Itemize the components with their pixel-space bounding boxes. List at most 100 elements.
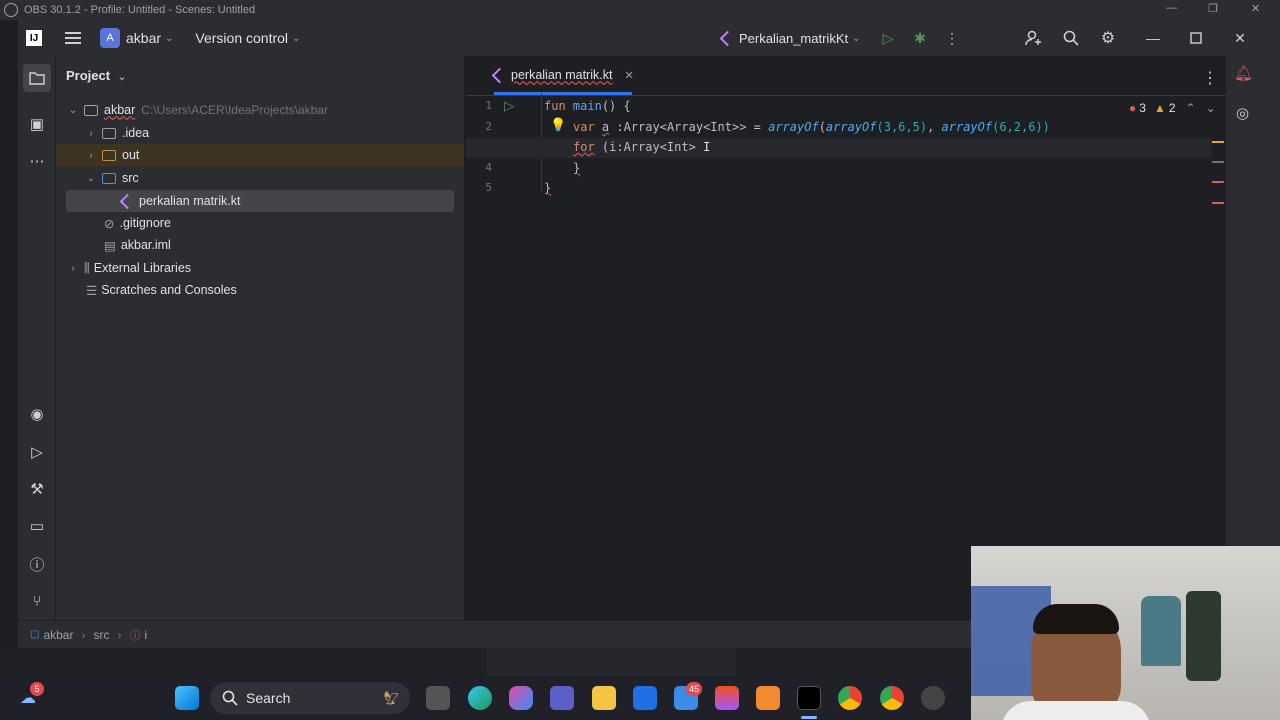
tab-label: perkalian matrik.kt — [511, 68, 613, 82]
breadcrumb-symbol[interactable]: i — [144, 628, 147, 642]
error-count: 3 — [1139, 101, 1146, 115]
run-config-selector[interactable]: Perkalian_matrikKt ⌄ — [719, 30, 861, 46]
line-number: 5 — [485, 181, 492, 194]
tree-item-src[interactable]: ⌄ src — [84, 167, 139, 189]
notification-badge: 5 — [30, 682, 44, 696]
search-placeholder: Search — [246, 690, 291, 706]
prev-highlight-icon[interactable]: ⌃ — [1186, 101, 1196, 115]
project-tool-icon[interactable] — [23, 64, 51, 92]
run-tool-icon[interactable]: ▷ — [26, 441, 48, 463]
tree-item-kotlin-file[interactable]: perkalian matrik.kt — [66, 190, 454, 212]
breadcrumb-separator-icon: › — [81, 627, 86, 642]
error-stripe-mark[interactable] — [1212, 202, 1224, 204]
services-icon[interactable]: ◉ — [26, 403, 48, 425]
file-explorer-icon[interactable] — [592, 686, 616, 710]
code-line-5: } — [544, 181, 551, 195]
code-editor[interactable]: perkalian matrik.kt ✕ ⋮ ● 3 ▲ 2 ⌃ ⌄ 1 2 … — [466, 56, 1226, 620]
tab-more-icon[interactable]: ⋮ — [1202, 68, 1218, 88]
run-gutter-icon[interactable]: ▷ — [504, 98, 514, 114]
minimize-icon[interactable]: — — [1142, 27, 1164, 49]
copilot-icon[interactable] — [509, 686, 533, 710]
ai-assistant-icon[interactable]: ◎ — [1236, 104, 1249, 122]
tab-close-icon[interactable]: ✕ — [624, 69, 633, 82]
obs-close-icon[interactable]: ✕ — [1251, 2, 1260, 15]
expand-arrow-icon[interactable]: › — [84, 128, 98, 139]
editor-tabs: perkalian matrik.kt ✕ ⋮ — [466, 56, 1226, 96]
debug-icon[interactable]: ✱ — [909, 27, 931, 49]
intention-bulb-icon[interactable]: 💡 — [550, 117, 566, 133]
breadcrumb-project[interactable]: akbar — [43, 628, 73, 642]
intellij-logo-icon: IJ — [26, 30, 42, 46]
expand-arrow-icon[interactable]: › — [66, 263, 80, 274]
inspection-widget[interactable]: ● 3 ▲ 2 ⌃ ⌄ — [1129, 101, 1216, 115]
tree-item-label: External Libraries — [93, 261, 192, 275]
intellij-taskbar-icon[interactable] — [797, 686, 821, 710]
function-name: main — [572, 99, 602, 113]
obs-minimize-icon[interactable]: — — [1166, 2, 1177, 14]
git-branch-icon[interactable]: ⑂ — [26, 590, 48, 612]
tree-item-out[interactable]: › out — [56, 144, 464, 166]
tree-item-label: Scratches and Consoles — [101, 283, 237, 297]
version-control-menu[interactable]: Version control ⌄ — [195, 30, 300, 46]
ignore-file-icon: ⊘ — [104, 216, 115, 231]
code-text: } — [573, 161, 581, 175]
line-number: 1 — [485, 99, 492, 112]
warning-count: 2 — [1168, 101, 1176, 115]
code-line-3: for (i:Array<Int> I — [573, 140, 710, 154]
tree-item-external-libraries[interactable]: › ⫼ External Libraries — [66, 257, 191, 279]
figma-icon[interactable] — [715, 686, 739, 710]
function-call: arrayOf — [941, 120, 993, 134]
tree-root[interactable]: ⌄ akbar C:\Users\ACER\IdeaProjects\akbar — [66, 99, 328, 121]
warning-stripe-mark[interactable] — [1212, 141, 1224, 143]
expand-arrow-icon[interactable]: ⌄ — [84, 173, 98, 184]
tree-item-iml[interactable]: ▤ akbar.iml — [104, 234, 171, 256]
terminal-icon[interactable]: ▭ — [26, 515, 48, 537]
next-highlight-icon[interactable]: ⌄ — [1206, 101, 1216, 115]
code-line-1: fun main() { — [544, 99, 631, 113]
main-menu-icon[interactable] — [62, 27, 84, 49]
structure-tool-icon[interactable]: ▣ — [26, 113, 48, 135]
expand-arrow-icon[interactable]: › — [84, 150, 98, 161]
tree-item-idea[interactable]: › .idea — [84, 122, 149, 144]
tree-item-label: .idea — [122, 126, 150, 140]
notifications-bell-icon[interactable]: 🔔︎ — [1234, 64, 1256, 86]
edge-browser-icon[interactable] — [468, 686, 492, 710]
breadcrumb-src[interactable]: src — [93, 628, 109, 642]
amazon-app-icon[interactable] — [426, 686, 450, 710]
more-tools-icon[interactable]: ⋯ — [26, 150, 48, 172]
add-user-icon[interactable] — [1023, 27, 1045, 49]
line-number: 2 — [485, 120, 492, 133]
windows-start-icon[interactable] — [175, 686, 199, 710]
tab-perkalian-matrik[interactable]: perkalian matrik.kt ✕ — [491, 67, 634, 83]
chrome-profile-icon[interactable] — [880, 686, 904, 710]
maximize-icon[interactable] — [1185, 27, 1207, 49]
dropbox-icon[interactable] — [633, 686, 657, 710]
build-hammer-icon[interactable]: ⚒ — [26, 478, 48, 500]
project-panel-header[interactable]: Project ⌄ — [66, 68, 126, 83]
tree-item-label: .gitignore — [119, 216, 171, 230]
error-stripe-mark[interactable] — [1212, 181, 1224, 183]
settings-gear-icon[interactable]: ⚙ — [1097, 27, 1119, 49]
taskbar-search[interactable]: Search 🦅︎ — [210, 682, 410, 714]
expand-arrow-icon[interactable]: ⌄ — [66, 105, 80, 116]
search-highlight-icon: 🦅︎ — [382, 689, 400, 706]
text-cursor-icon: I — [703, 140, 711, 154]
root-name: akbar — [104, 103, 136, 117]
module-folder-icon — [84, 104, 98, 116]
tree-item-gitignore[interactable]: ⊘ .gitignore — [104, 212, 171, 234]
close-icon[interactable]: ✕ — [1229, 27, 1251, 49]
problems-icon[interactable]: ⓘ — [26, 553, 48, 575]
obs-taskbar-icon[interactable] — [921, 686, 945, 710]
search-icon[interactable] — [1060, 27, 1082, 49]
stripe-mark[interactable] — [1212, 161, 1224, 163]
chrome-icon[interactable] — [838, 686, 862, 710]
webcam-overlay — [971, 546, 1280, 720]
code-text: , — [927, 120, 942, 134]
more-actions-icon[interactable]: ⋮ — [941, 27, 963, 49]
project-switcher[interactable]: A akbar ⌄ — [100, 28, 173, 48]
teams-icon[interactable] — [550, 686, 574, 710]
run-icon[interactable]: ▷ — [877, 27, 899, 49]
tree-item-scratches[interactable]: ☰ Scratches and Consoles — [86, 279, 237, 301]
xampp-icon[interactable] — [756, 686, 780, 710]
obs-restore-icon[interactable]: ❐ — [1208, 2, 1218, 15]
